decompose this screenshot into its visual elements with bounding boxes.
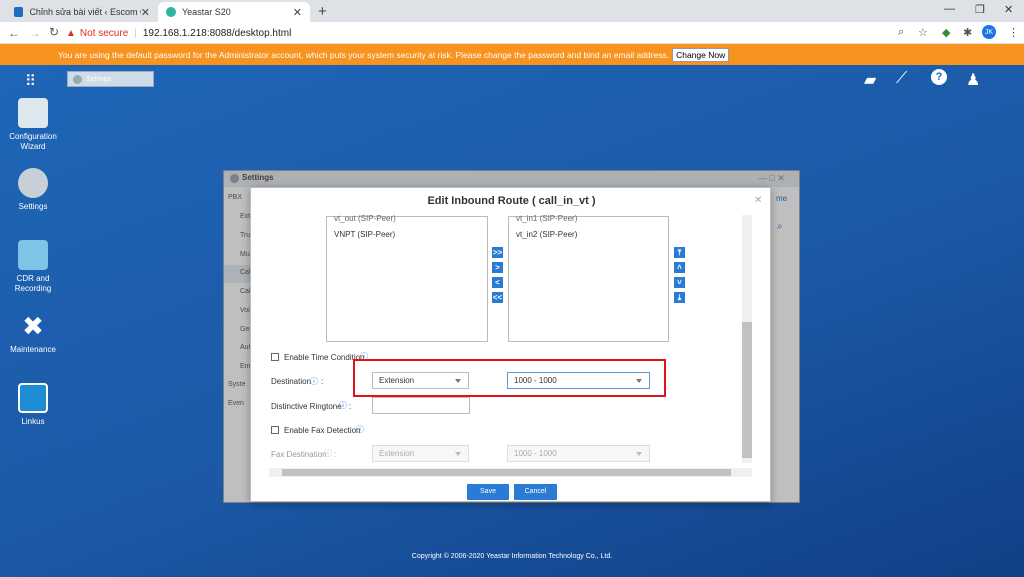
browser-tab-yeastar[interactable]: Yeastar S20 ✕ xyxy=(158,2,310,22)
fax-destination-label: Fax Destination xyxy=(271,450,327,459)
colon: : xyxy=(321,377,324,386)
minimize-icon[interactable]: — xyxy=(944,3,955,15)
tab-title: Yeastar S20 xyxy=(182,7,231,17)
select-value: 1000 - 1000 xyxy=(514,449,557,458)
user-icon[interactable]: ♟ xyxy=(966,70,980,90)
notification-icon[interactable]: ▰ xyxy=(864,70,876,90)
url-text: 192.168.1.218:8088/desktop.html xyxy=(142,27,292,39)
close-tab-icon[interactable]: ✕ xyxy=(293,6,302,19)
new-tab-icon[interactable]: + xyxy=(318,3,327,20)
desktop-icon-cdr-recording[interactable]: CDR and Recording xyxy=(1,240,65,294)
banner-message: You are using the default password for t… xyxy=(58,49,670,60)
app-grid-icon[interactable]: ⠿ xyxy=(25,72,36,90)
close-icon[interactable]: ✕ xyxy=(754,195,762,206)
move-bottom-icon[interactable]: ⤓ xyxy=(674,292,685,303)
info-icon: ⓘ xyxy=(324,449,332,458)
url-field[interactable]: ▲ Not secure | 192.168.1.218:8088/deskto… xyxy=(66,24,888,42)
horizontal-scrollbar-thumb[interactable] xyxy=(282,469,731,476)
list-item[interactable]: vt_in2 (SIP-Peer) xyxy=(516,230,577,239)
move-top-icon[interactable]: ⤒ xyxy=(674,247,685,258)
reload-icon[interactable]: ↻ xyxy=(49,25,59,39)
monitor-chart-icon[interactable]: ⟋ xyxy=(896,70,907,88)
icon-label: Linkus xyxy=(21,417,45,426)
profile-avatar[interactable]: JK xyxy=(982,25,996,39)
colon: : xyxy=(334,450,337,459)
desktop-icon-maintenance[interactable]: ✖ Maintenance xyxy=(1,311,65,355)
fax-type-select: Extension xyxy=(372,445,469,462)
save-button[interactable]: Save xyxy=(467,484,509,500)
desktop-icon-linkus[interactable]: Linkus xyxy=(1,383,65,427)
taskbar-settings[interactable]: Settings xyxy=(67,71,154,87)
copyright-text: Copyright © 2006-2020 Yeastar Informatio… xyxy=(411,553,613,560)
list-item[interactable]: VNPT (SIP-Peer) xyxy=(334,230,395,239)
yeastar-favicon-icon xyxy=(166,7,176,17)
browser-tab-escom[interactable]: Chỉnh sửa bài viết ‹ Escom Co., Lt ✕ xyxy=(6,2,158,22)
distinctive-ringtone-input[interactable] xyxy=(372,397,470,414)
close-tab-icon[interactable]: ✕ xyxy=(141,6,150,19)
info-icon[interactable]: ⓘ xyxy=(310,376,318,387)
icon-label: Configuration Wizard xyxy=(9,132,57,151)
desktop-icon-settings[interactable]: Settings xyxy=(1,168,65,212)
icon-label: Maintenance xyxy=(10,345,56,354)
settings-gear-icon xyxy=(73,74,82,84)
colon: : xyxy=(349,402,352,411)
highlight-annotation xyxy=(353,359,666,397)
move-right-button[interactable]: > xyxy=(492,262,503,273)
extension-icon[interactable]: ◆ xyxy=(942,26,950,39)
extensions-puzzle-icon[interactable]: ✱ xyxy=(963,26,972,39)
move-all-right-button[interactable]: >> xyxy=(492,247,503,258)
back-icon[interactable]: ← xyxy=(8,26,20,40)
restore-icon[interactable]: ❐ xyxy=(975,3,985,16)
cdr-icon xyxy=(18,240,48,270)
security-warning-banner: You are using the default password for t… xyxy=(0,44,1024,65)
linkus-icon xyxy=(18,383,48,413)
chevron-down-icon xyxy=(636,452,642,456)
bookmark-star-icon[interactable]: ☆ xyxy=(918,26,928,39)
desktop-icon-configuration-wizard[interactable]: Configuration Wizard xyxy=(1,98,65,152)
zoom-icon[interactable]: ⌕ xyxy=(898,26,904,39)
distinctive-ringtone-label: Distinctive Ringtone xyxy=(271,402,342,411)
dialog-title: Edit Inbound Route ( call_in_vt ) xyxy=(427,195,596,207)
wizard-icon xyxy=(18,98,48,128)
security-label: Not secure xyxy=(79,27,129,39)
window-close-icon[interactable]: ✕ xyxy=(1004,3,1013,16)
tab-title: Chỉnh sửa bài viết ‹ Escom Co., Lt xyxy=(29,7,140,17)
wordpress-favicon-icon xyxy=(14,7,24,17)
icon-label: CDR and Recording xyxy=(14,274,52,293)
chevron-down-icon xyxy=(455,452,461,456)
enable-fax-detection-checkbox[interactable] xyxy=(271,426,279,434)
info-icon[interactable]: ⓘ xyxy=(339,400,347,411)
destination-label: Destination xyxy=(271,377,312,386)
list-item[interactable]: vt_in1 (SIP-Peer) xyxy=(516,214,577,223)
cancel-button[interactable]: Cancel xyxy=(514,484,557,500)
move-all-left-button[interactable]: << xyxy=(492,292,503,303)
divider: | xyxy=(134,27,137,39)
forward-icon[interactable]: → xyxy=(29,26,41,40)
vertical-scrollbar-thumb[interactable] xyxy=(742,322,752,458)
fax-value-select: 1000 - 1000 xyxy=(507,445,650,462)
selected-trunks-list[interactable]: vt_in1 (SIP-Peer) vt_in2 (SIP-Peer) xyxy=(508,214,669,342)
move-left-button[interactable]: < xyxy=(492,277,503,288)
move-down-icon[interactable]: ˅ xyxy=(674,277,685,288)
enable-time-condition-checkbox[interactable] xyxy=(271,353,279,361)
taskbar-settings-label: Settings xyxy=(86,75,112,83)
info-icon[interactable]: ⓘ xyxy=(356,424,364,435)
warning-icon: ▲ xyxy=(66,27,76,39)
gear-icon xyxy=(18,168,48,198)
help-icon[interactable]: ? xyxy=(931,69,947,85)
icon-label: Settings xyxy=(18,202,48,211)
tools-icon: ✖ xyxy=(22,311,44,341)
move-up-icon[interactable]: ˄ xyxy=(674,262,685,273)
available-trunks-list[interactable]: vt_out (SIP-Peer) VNPT (SIP-Peer) xyxy=(326,214,488,342)
browser-menu-icon[interactable]: ⋮ xyxy=(1008,26,1019,39)
enable-fax-detection-label: Enable Fax Detection xyxy=(284,426,361,435)
change-now-button[interactable]: Change Now xyxy=(672,47,730,62)
list-item[interactable]: vt_out (SIP-Peer) xyxy=(334,214,396,223)
select-value: Extension xyxy=(379,449,415,458)
